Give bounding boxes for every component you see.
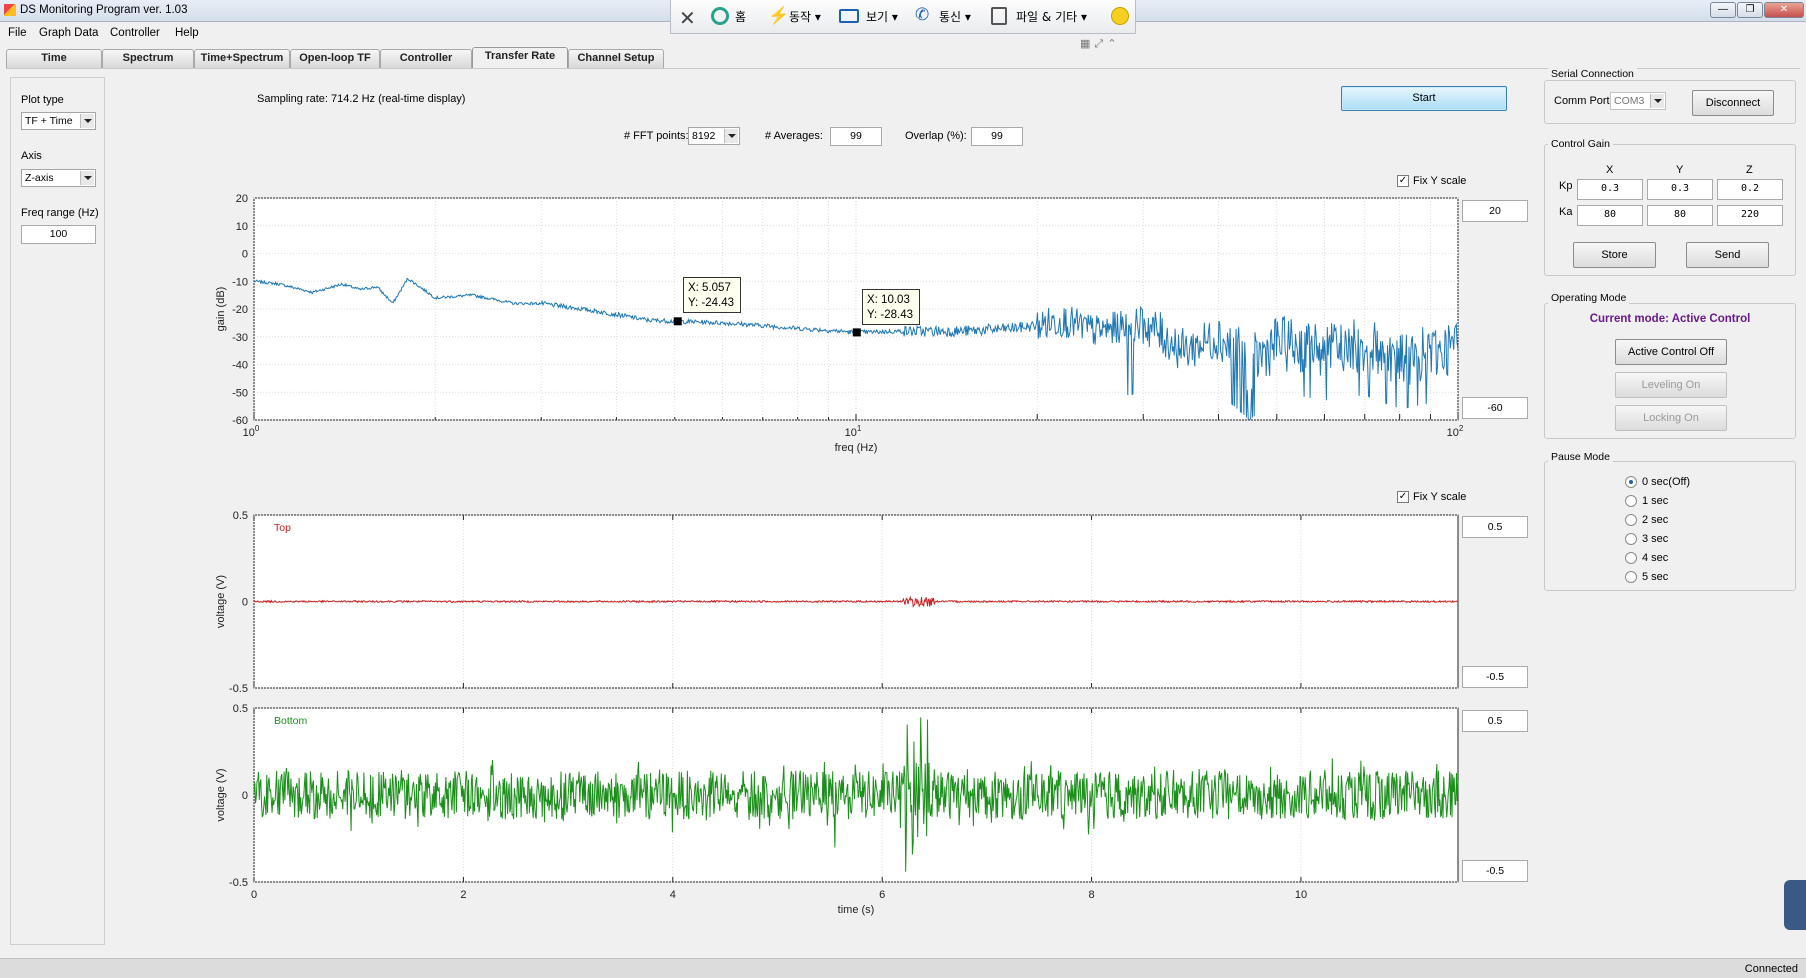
gain-col-z: Z xyxy=(1746,164,1753,176)
gain-col-y: Y xyxy=(1676,164,1684,176)
serial-connection-title: Serial Connection xyxy=(1548,68,1637,80)
top-series-label: Top xyxy=(274,522,291,534)
operating-mode-title: Operating Mode xyxy=(1548,292,1630,304)
bottom-xtick-label: 0 xyxy=(251,889,257,901)
tf-ytick-label: -30 xyxy=(232,332,248,344)
bottom-xtick-label: 2 xyxy=(460,889,466,901)
top-ytick-label: -0.5 xyxy=(229,683,248,695)
control-gain-title: Control Gain xyxy=(1548,138,1613,150)
tf-xlabel: freq (Hz) xyxy=(835,442,878,454)
ka-y-input[interactable]: 80 xyxy=(1647,205,1713,226)
pause-radio-2[interactable] xyxy=(1625,514,1637,526)
ka-x-input[interactable]: 80 xyxy=(1577,205,1643,226)
current-mode-text: Current mode: Active Control xyxy=(1589,313,1751,325)
bottom-xtick-label: 6 xyxy=(879,889,885,901)
charts-canvas: 20100-10-20-30-40-50-60100 101 102freq (Hz… xyxy=(215,193,1464,916)
datatip-2-y: Y: -28.43 xyxy=(867,309,914,321)
bottom-xlabel: time (s) xyxy=(838,904,875,916)
tf-ytick-label: -20 xyxy=(232,304,248,316)
tf-ytick-label: 20 xyxy=(236,193,248,205)
datatip-2-x: X: 10.03 xyxy=(867,294,910,306)
datatip-1[interactable]: X: 5.057 Y: -24.43 xyxy=(683,277,741,313)
comm-port-select[interactable]: COM3 xyxy=(1610,92,1666,110)
pause-radio-3[interactable] xyxy=(1625,533,1637,545)
chevron-down-icon xyxy=(1650,94,1664,108)
tf-ytick-label: -40 xyxy=(232,360,248,372)
top-ylabel: voltage (V) xyxy=(215,575,227,628)
tf-ytick-label: -50 xyxy=(232,387,248,399)
gain-col-x: X xyxy=(1606,164,1614,176)
bottom-xtick-label: 4 xyxy=(670,889,676,901)
send-button[interactable]: Send xyxy=(1686,242,1769,268)
ka-z-input[interactable]: 220 xyxy=(1717,205,1783,226)
bottom-xtick-label: 8 xyxy=(1089,889,1095,901)
tf-xtick-label: 101 xyxy=(845,424,862,439)
bottom-ylabel: voltage (V) xyxy=(215,768,227,821)
kp-label: Kp xyxy=(1559,180,1573,192)
datatip-1-x: X: 5.057 xyxy=(688,282,731,294)
datatip-marker-1 xyxy=(673,317,682,326)
status-bar: Connected xyxy=(0,958,1806,978)
pause-option-5: 5 sec xyxy=(1642,571,1669,583)
bottom-ytick-label: -0.5 xyxy=(229,877,248,889)
tf-ytick-label: -10 xyxy=(232,276,248,288)
datatip-1-y: Y: -24.43 xyxy=(688,297,735,309)
ka-label: Ka xyxy=(1559,206,1573,218)
kp-x-input[interactable]: 0.3 xyxy=(1577,179,1643,200)
pause-option-4: 4 sec xyxy=(1642,552,1669,564)
pause-option-0: 0 sec(Off) xyxy=(1642,476,1691,488)
tf-ytick-label: 10 xyxy=(236,221,248,233)
bottom-ytick-label: 0.5 xyxy=(233,703,248,715)
tf-xtick-label: 102 xyxy=(1447,424,1464,439)
side-panel-tab[interactable] xyxy=(1784,880,1806,930)
locking-on-button[interactable]: Locking On xyxy=(1615,405,1727,431)
pause-option-1: 1 sec xyxy=(1642,495,1669,507)
comm-port-label: Comm Port xyxy=(1554,95,1610,107)
tf-ytick-label: 0 xyxy=(242,249,248,261)
pause-radio-1[interactable] xyxy=(1625,495,1637,507)
bottom-xtick-label: 10 xyxy=(1295,889,1307,901)
top-ytick-label: 0 xyxy=(242,597,248,609)
top-ytick-label: 0.5 xyxy=(233,510,248,522)
pause-mode-title: Pause Mode xyxy=(1548,451,1613,463)
pause-radio-4[interactable] xyxy=(1625,552,1637,564)
comm-port-value: COM3 xyxy=(1614,95,1645,107)
bottom-series-label: Bottom xyxy=(274,715,308,727)
pause-radio-0[interactable] xyxy=(1625,476,1637,488)
pause-option-2: 2 sec xyxy=(1642,514,1669,526)
bottom-ytick-label: 0 xyxy=(242,790,248,802)
disconnect-button[interactable]: Disconnect xyxy=(1692,90,1774,116)
pause-radio-5[interactable] xyxy=(1625,571,1637,583)
datatip-marker-2 xyxy=(852,328,861,337)
tf-ytick-label: -60 xyxy=(232,415,248,427)
tf-ylabel: gain (dB) xyxy=(215,287,227,332)
kp-y-input[interactable]: 0.3 xyxy=(1647,179,1713,200)
kp-z-input[interactable]: 0.2 xyxy=(1717,179,1783,200)
datatip-2[interactable]: X: 10.03 Y: -28.43 xyxy=(862,289,920,325)
pause-option-3: 3 sec xyxy=(1642,533,1669,545)
active-control-off-button[interactable]: Active Control Off xyxy=(1615,339,1727,365)
leveling-on-button[interactable]: Leveling On xyxy=(1615,372,1727,398)
tf-xtick-label: 100 xyxy=(243,424,260,439)
status-text: Connected xyxy=(1744,963,1798,975)
store-button[interactable]: Store xyxy=(1573,242,1656,268)
